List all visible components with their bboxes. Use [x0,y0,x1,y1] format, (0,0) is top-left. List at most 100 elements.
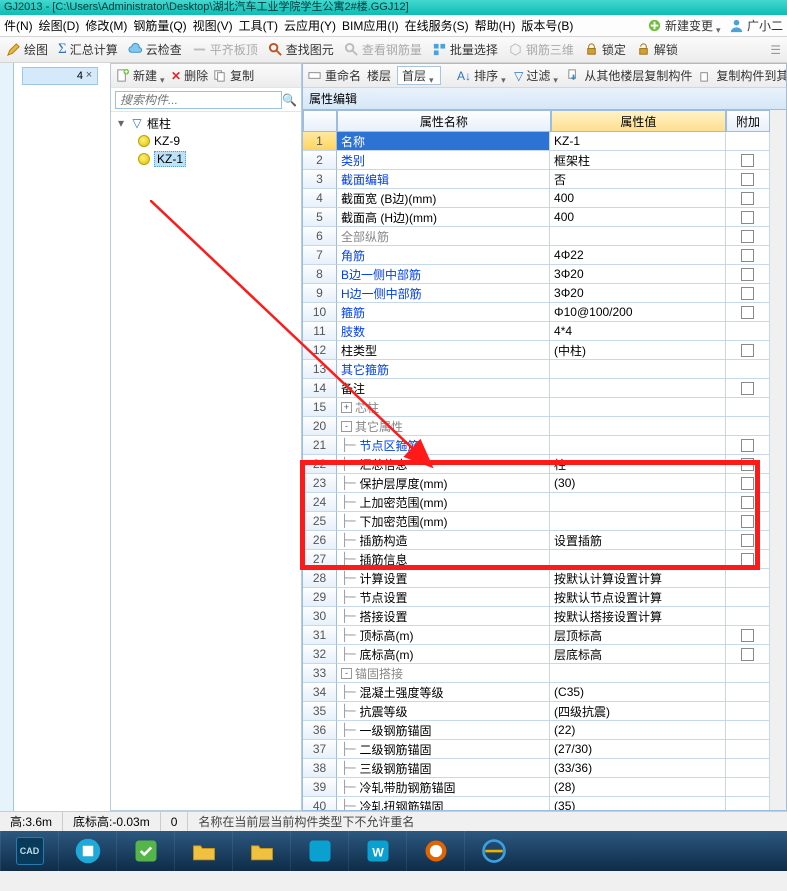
property-name-cell[interactable]: ├─二级钢筋锚固 [337,740,550,759]
table-row[interactable]: 39├─冷轧带肋钢筋锚固(28) [303,778,770,797]
extra-cell[interactable] [726,683,770,702]
extra-cell[interactable] [726,398,770,417]
property-name-cell[interactable]: 箍筋 [337,303,550,322]
property-value-cell[interactable]: (30) [550,474,726,493]
table-row[interactable]: 26├─插筋构造设置插筋 [303,531,770,550]
table-row[interactable]: 31├─顶标高(m)层顶标高 [303,626,770,645]
expand-icon[interactable]: - [341,668,352,679]
property-name-cell[interactable]: ├─冷轧带肋钢筋锚固 [337,778,550,797]
extra-cell[interactable] [726,151,770,170]
floor-select[interactable]: 首层 [397,66,441,85]
menu-steelqty[interactable]: 钢筋量(Q) [133,17,186,34]
property-value-cell[interactable]: Φ10@100/200 [550,303,726,322]
table-row[interactable]: 38├─三级钢筋锚固(33/36) [303,759,770,778]
checkbox[interactable] [741,629,754,642]
extra-cell[interactable] [726,512,770,531]
table-row[interactable]: 14备注 [303,379,770,398]
extra-cell[interactable] [726,170,770,189]
table-row[interactable]: 9H边一侧中部筋3Φ20 [303,284,770,303]
table-row[interactable]: 30├─搭接设置按默认搭接设置计算 [303,607,770,626]
extra-cell[interactable] [726,664,770,683]
property-value-cell[interactable]: 400 [550,208,726,227]
table-row[interactable]: 24├─上加密范围(mm) [303,493,770,512]
property-name-cell[interactable]: 截面高 (H边)(mm) [337,208,550,227]
extra-cell[interactable] [726,341,770,360]
property-value-cell[interactable]: (35) [550,797,726,810]
checkbox[interactable] [741,268,754,281]
property-value-cell[interactable]: (27/30) [550,740,726,759]
col-name[interactable]: 属性名称 [337,110,551,132]
copy-button[interactable]: 复制 [212,67,254,84]
property-name-cell[interactable]: 角筋 [337,246,550,265]
new-change-button[interactable]: 新建变更 [647,17,723,34]
extra-cell[interactable] [726,360,770,379]
checkbox[interactable] [741,648,754,661]
col-value[interactable]: 属性值 [551,110,726,132]
lock-button[interactable]: 锁定 [584,41,626,58]
property-value-cell[interactable]: (中柱) [550,341,726,360]
user-button[interactable]: 广小二 [729,17,783,34]
extra-cell[interactable] [726,436,770,455]
checkbox[interactable] [741,249,754,262]
property-name-cell[interactable]: ├─计算设置 [337,569,550,588]
property-name-cell[interactable]: ├─底标高(m) [337,645,550,664]
property-value-cell[interactable]: (33/36) [550,759,726,778]
property-name-cell[interactable]: -锚固搭接 [337,664,550,683]
property-name-cell[interactable]: 肢数 [337,322,550,341]
property-name-cell[interactable]: ├─顶标高(m) [337,626,550,645]
table-row[interactable]: 13其它箍筋 [303,360,770,379]
extra-cell[interactable] [726,740,770,759]
menu-modify[interactable]: 修改(M) [85,17,127,34]
property-name-cell[interactable]: ├─汇总信息 [337,455,550,474]
property-name-cell[interactable]: ├─下加密范围(mm) [337,512,550,531]
property-value-cell[interactable] [550,379,726,398]
property-value-cell[interactable]: 按默认搭接设置计算 [550,607,726,626]
taskbar-ie-icon[interactable] [464,831,522,871]
checkbox[interactable] [741,230,754,243]
component-tree[interactable]: ▾ ▽ 框柱 KZ-9 KZ-1 [111,112,301,810]
menu-tools[interactable]: 工具(T) [239,17,278,34]
taskbar-app-icon[interactable] [406,831,464,871]
extra-cell[interactable] [726,265,770,284]
property-value-cell[interactable]: 柱 [550,455,726,474]
taskbar-explorer-icon[interactable] [174,831,232,871]
table-row[interactable]: 2类别框架柱 [303,151,770,170]
property-value-cell[interactable] [550,493,726,512]
extra-cell[interactable] [726,797,770,810]
checkbox[interactable] [741,553,754,566]
expand-icon[interactable]: - [341,421,352,432]
property-name-cell[interactable]: ├─插筋构造 [337,531,550,550]
property-name-cell[interactable]: ├─一级钢筋锚固 [337,721,550,740]
sum-button[interactable]: Σ 汇总计算 [58,41,118,58]
view-steel-button[interactable]: 查看钢筋量 [344,41,422,58]
extra-cell[interactable] [726,569,770,588]
close-icon[interactable]: × [84,68,94,84]
checkbox[interactable] [741,439,754,452]
checkbox[interactable] [741,306,754,319]
property-value-cell[interactable]: 3Φ20 [550,265,726,284]
property-name-cell[interactable]: ├─冷轧扭钢筋锚固 [337,797,550,810]
property-name-cell[interactable]: ├─上加密范围(mm) [337,493,550,512]
extra-cell[interactable] [726,208,770,227]
table-row[interactable]: 7角筋4Φ22 [303,246,770,265]
extra-cell[interactable] [726,227,770,246]
property-value-cell[interactable]: (22) [550,721,726,740]
table-row[interactable]: 25├─下加密范围(mm) [303,512,770,531]
checkbox[interactable] [741,344,754,357]
expand-icon[interactable]: + [341,402,352,413]
table-row[interactable]: 22├─汇总信息柱 [303,455,770,474]
extra-cell[interactable] [726,607,770,626]
property-value-cell[interactable]: (28) [550,778,726,797]
extra-cell[interactable] [726,778,770,797]
extra-cell[interactable] [726,379,770,398]
property-name-cell[interactable]: B边一侧中部筋 [337,265,550,284]
copy-from-floor-button[interactable]: 从其他楼层复制构件 [566,67,692,84]
checkbox[interactable] [741,173,754,186]
property-value-cell[interactable]: (C35) [550,683,726,702]
checkbox[interactable] [741,211,754,224]
extra-cell[interactable] [726,702,770,721]
checkbox[interactable] [741,534,754,547]
table-row[interactable]: 21├─节点区箍筋 [303,436,770,455]
table-row[interactable]: 20-其它属性 [303,417,770,436]
checkbox[interactable] [741,154,754,167]
